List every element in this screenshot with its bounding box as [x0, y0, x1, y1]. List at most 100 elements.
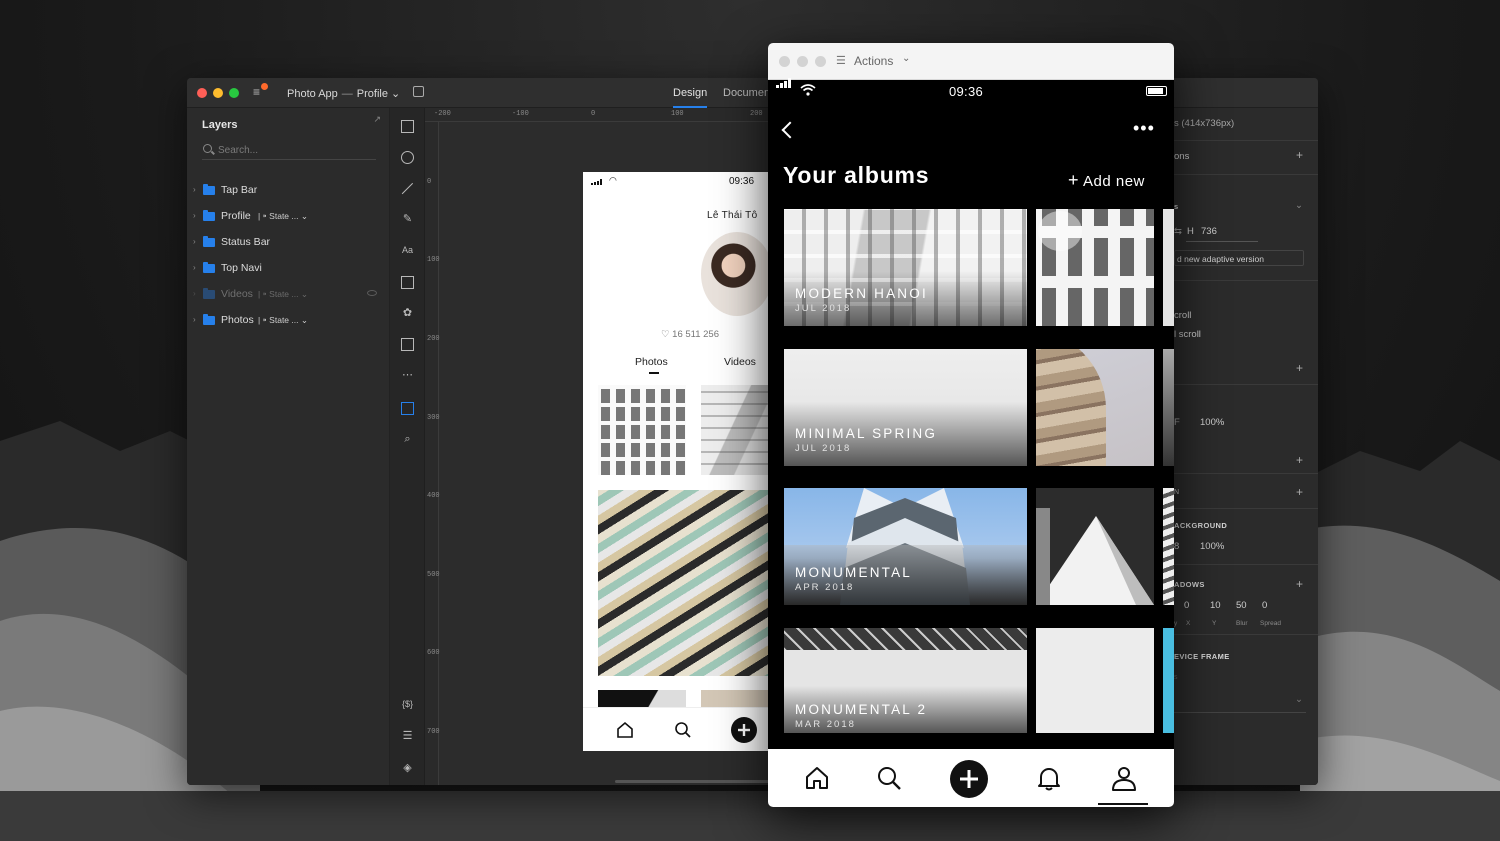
bell-icon[interactable]: [1035, 764, 1063, 792]
layer-label: Top Navi: [221, 262, 262, 274]
chevron-down-icon[interactable]: ⌄: [1295, 200, 1303, 211]
height-value[interactable]: 736: [1201, 226, 1217, 237]
component-tool-icon[interactable]: [401, 338, 414, 351]
minimize-window-button[interactable]: [213, 88, 223, 98]
fill-opacity[interactable]: 100%: [1200, 417, 1224, 428]
assets-tool-icon[interactable]: {$}: [401, 698, 414, 711]
album-thumbnail[interactable]: [1036, 209, 1154, 326]
maximize-window-button[interactable]: [229, 88, 239, 98]
maximize-window-button[interactable]: [815, 56, 826, 67]
rectangle-tool-icon[interactable]: [401, 120, 414, 133]
plugin-tool-icon[interactable]: ✿: [401, 307, 414, 320]
more-tools-icon[interactable]: ⋯: [401, 369, 414, 382]
folder-icon: [203, 184, 215, 195]
album-card-minimal-spring[interactable]: MINIMAL SPRING JUL 2018: [784, 349, 1027, 466]
pen-tool-icon[interactable]: ✎: [401, 213, 414, 226]
document-title[interactable]: Photo App — Profile ⌄: [287, 87, 400, 100]
layer-item-photos[interactable]: › Photos | ⁍ State ... ⌄: [193, 312, 383, 330]
repeat-grid-tool-icon[interactable]: [401, 402, 414, 415]
chevron-right-icon[interactable]: ›: [193, 289, 196, 298]
album-thumbnail-partial[interactable]: [1163, 488, 1174, 605]
album-thumbnail-partial[interactable]: [1163, 349, 1174, 466]
back-arrow-icon[interactable]: [781, 121, 799, 139]
shadow-x-value[interactable]: 0: [1184, 600, 1189, 611]
minimize-window-button[interactable]: [797, 56, 808, 67]
layer-item-top-navi[interactable]: › Top Navi: [193, 260, 383, 278]
tab-document[interactable]: Documen: [723, 87, 770, 99]
layer-item-tap-bar[interactable]: › Tap Bar: [193, 182, 383, 200]
chevron-right-icon[interactable]: ›: [193, 185, 196, 194]
add-icon[interactable]: +: [1296, 485, 1303, 499]
more-options-icon[interactable]: •••: [1133, 118, 1155, 139]
profile-artboard[interactable]: ◠ 09:36 Lê Thái Tô ♡ 16 511 256 Photos V…: [583, 172, 783, 751]
add-icon[interactable]: +: [1296, 453, 1303, 467]
shadow-spread-value[interactable]: 0: [1262, 600, 1267, 611]
home-icon[interactable]: [615, 720, 635, 740]
add-shadow-icon[interactable]: +: [1296, 577, 1303, 591]
add-interaction-icon[interactable]: +: [1296, 148, 1303, 162]
chevron-right-icon[interactable]: ›: [193, 263, 196, 272]
text-tool-icon[interactable]: Aa: [401, 244, 414, 257]
search-icon[interactable]: [875, 764, 903, 792]
tab-videos[interactable]: Videos: [724, 356, 756, 368]
collapse-panel-icon[interactable]: ↗: [373, 114, 381, 125]
layer-state-selector[interactable]: | ⁍ State ... ⌄: [258, 315, 308, 326]
close-window-button[interactable]: [779, 56, 790, 67]
add-icon[interactable]: +: [1296, 361, 1303, 375]
shadow-blur-value[interactable]: 50: [1236, 600, 1247, 611]
album-thumbnail[interactable]: [1036, 488, 1154, 605]
background-hex[interactable]: 8: [1174, 541, 1179, 552]
adaptive-label: d new adaptive version: [1177, 254, 1264, 264]
layer-item-status-bar[interactable]: › Status Bar: [193, 234, 383, 252]
device-frame-select[interactable]: s: [1174, 674, 1178, 681]
layers-stack-icon[interactable]: ◈: [401, 762, 414, 775]
album-thumbnail-partial[interactable]: [1163, 628, 1174, 733]
add-circle-icon[interactable]: [950, 760, 988, 798]
tab-design[interactable]: Design: [673, 87, 708, 108]
layer-item-profile[interactable]: › Profile | ⁍ State ... ⌄: [193, 208, 383, 226]
shadow-y-value[interactable]: 10: [1210, 600, 1221, 611]
album-card-monumental-2[interactable]: MONUMENTAL 2 MAR 2018: [784, 628, 1027, 733]
hierarchy-tool-icon[interactable]: ☰: [401, 730, 414, 743]
chevron-right-icon[interactable]: ›: [193, 211, 196, 220]
vertical-scroll-option[interactable]: croll: [1174, 310, 1191, 321]
layers-search-input[interactable]: [218, 142, 368, 158]
ruler-label: -200: [434, 110, 451, 118]
zoom-tool-icon[interactable]: ⌕: [401, 433, 414, 446]
layer-state-selector[interactable]: | ⁍ State ... ⌄: [258, 211, 308, 222]
photo-thumbnail-large[interactable]: [598, 490, 783, 676]
close-window-button[interactable]: [197, 88, 207, 98]
add-new-button[interactable]: + Add new: [1068, 170, 1145, 191]
album-thumbnail-partial[interactable]: [1163, 209, 1174, 326]
actions-menu[interactable]: Actions: [854, 54, 893, 68]
image-tool-icon[interactable]: [401, 276, 414, 289]
ellipse-tool-icon[interactable]: [401, 151, 414, 164]
album-card-modern-hanoi[interactable]: MODERN HANOI JUL 2018: [784, 209, 1027, 326]
layer-state-selector[interactable]: | ⁍ State ... ⌄: [258, 289, 308, 300]
line-tool-icon[interactable]: [401, 182, 414, 195]
layer-item-videos[interactable]: › Videos | ⁍ State ... ⌄: [193, 286, 383, 304]
link-icon[interactable]: ⇆: [1174, 226, 1182, 237]
add-circle-icon[interactable]: [731, 717, 757, 743]
horizontal-scroll-option[interactable]: l scroll: [1174, 329, 1201, 340]
album-thumbnail[interactable]: [1036, 349, 1154, 466]
page-title: Your albums: [783, 162, 930, 188]
profile-icon[interactable]: [1110, 764, 1138, 792]
search-icon[interactable]: [673, 720, 693, 740]
folder-icon: [203, 262, 215, 273]
chevron-down-icon[interactable]: ⌄: [902, 53, 910, 64]
home-icon[interactable]: [803, 764, 831, 792]
chevron-down-icon[interactable]: ⌄: [1295, 694, 1303, 705]
photo-thumbnail[interactable]: [598, 385, 686, 475]
tab-photos[interactable]: Photos: [635, 356, 668, 374]
fill-hex[interactable]: F: [1174, 417, 1180, 428]
hidden-eye-icon[interactable]: [367, 290, 377, 296]
background-opacity[interactable]: 100%: [1200, 541, 1224, 552]
horizontal-scrollbar[interactable]: [615, 780, 775, 783]
album-card-monumental[interactable]: MONUMENTAL APR 2018: [784, 488, 1027, 605]
adaptive-version-button[interactable]: d new adaptive version: [1174, 250, 1304, 266]
chevron-right-icon[interactable]: ›: [193, 237, 196, 246]
artboard-frame-icon[interactable]: [413, 86, 424, 97]
album-thumbnail[interactable]: [1036, 628, 1154, 733]
chevron-right-icon[interactable]: ›: [193, 315, 196, 324]
